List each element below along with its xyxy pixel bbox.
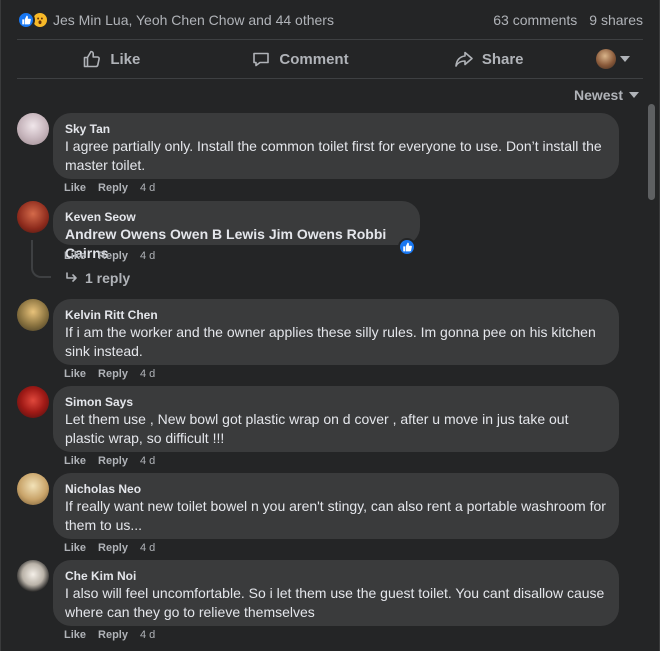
comment-bubble: Kelvin Ritt Chen If i am the worker and … <box>53 299 619 365</box>
like-reaction-icon[interactable] <box>398 238 416 256</box>
divider <box>17 78 643 79</box>
comment-timestamp[interactable]: 4 d <box>140 455 155 467</box>
comment-like-link[interactable]: Like <box>64 629 86 641</box>
comment-text: Let them use , New bowl got plastic wrap… <box>65 411 569 446</box>
comment-actions: Like Reply 4 d <box>64 542 155 554</box>
like-button-label: Like <box>110 50 141 68</box>
sort-dropdown[interactable]: Newest <box>574 87 639 103</box>
comment-timestamp[interactable]: 4 d <box>140 629 155 641</box>
replies-count: 1 reply <box>85 270 131 286</box>
comment-like-link[interactable]: Like <box>64 455 86 467</box>
comment-reply-link[interactable]: Reply <box>98 368 128 380</box>
comment-actions: Like Reply 4 d <box>64 250 155 262</box>
comment-author[interactable]: Simon Says <box>65 394 607 410</box>
comment-actions: Like Reply 4 d <box>64 629 155 641</box>
shares-count[interactable]: 9 shares <box>589 12 643 28</box>
share-button-label: Share <box>481 50 524 68</box>
reply-arrow-icon <box>66 272 77 282</box>
comment-like-link[interactable]: Like <box>64 368 86 380</box>
comment-reply-link[interactable]: Reply <box>98 542 128 554</box>
sort-label: Newest <box>573 87 623 103</box>
thumbs-up-icon <box>84 50 101 68</box>
comment-bubble: Simon Says Let them use , New bowl got p… <box>53 386 619 452</box>
chevron-down-icon <box>629 92 639 98</box>
avatar[interactable] <box>17 299 49 331</box>
comment-author[interactable]: Kelvin Ritt Chen <box>65 307 607 323</box>
comment-actions: Like Reply 4 d <box>64 368 155 380</box>
share-icon <box>455 51 473 67</box>
comment-reply-link[interactable]: Reply <box>98 629 128 641</box>
comment-reply-link[interactable]: Reply <box>98 455 128 467</box>
reactor-names[interactable]: Jes Min Lua, Yeoh Chen Chow and 44 other… <box>53 12 493 28</box>
avatar[interactable] <box>17 201 49 233</box>
reactions-summary[interactable]: Jes Min Lua, Yeoh Chen Chow and 44 other… <box>17 8 643 32</box>
share-button[interactable]: Share <box>394 42 583 76</box>
reaction-icons <box>17 11 49 29</box>
chevron-down-icon <box>620 56 631 62</box>
comment-bubble: Nicholas Neo If really want new toilet b… <box>53 473 619 539</box>
comment-bubble: Sky Tan I agree partially only. Install … <box>53 113 619 179</box>
reply-thread-line <box>31 240 51 278</box>
comment-bubble: Keven Seow Andrew Owens Owen B Lewis Jim… <box>53 201 420 261</box>
scrollbar-thumb[interactable] <box>648 104 655 200</box>
comment-timestamp[interactable]: 4 d <box>140 182 155 194</box>
comment-timestamp[interactable]: 4 d <box>140 250 155 262</box>
comment-text: If really want new toilet bowel n you ar… <box>65 498 606 533</box>
comment-like-link[interactable]: Like <box>64 182 86 194</box>
comment-bubble: Che Kim Noi I also will feel uncomfortab… <box>53 560 619 626</box>
view-replies-link[interactable]: 1 reply <box>65 270 130 286</box>
comment-reply-link[interactable]: Reply <box>98 250 128 262</box>
profile-switcher[interactable] <box>583 49 643 69</box>
avatar[interactable] <box>17 473 49 505</box>
avatar[interactable] <box>17 386 49 418</box>
comment-author[interactable]: Keven Seow <box>65 209 408 225</box>
comment-text: I also will feel uncomfortable. So i let… <box>65 585 605 620</box>
comment-like-link[interactable]: Like <box>64 250 86 262</box>
comment-timestamp[interactable]: 4 d <box>140 542 155 554</box>
comment-author[interactable]: Sky Tan <box>65 121 607 137</box>
comment-author[interactable]: Che Kim Noi <box>65 568 607 584</box>
comment-reply-link[interactable]: Reply <box>98 182 128 194</box>
comments-count[interactable]: 63 comments <box>493 12 577 28</box>
comments-panel: Jes Min Lua, Yeoh Chen Chow and 44 other… <box>0 0 660 651</box>
comment-text: I agree partially only. Install the comm… <box>65 138 602 173</box>
comment-actions: Like Reply 4 d <box>64 182 155 194</box>
avatar[interactable] <box>17 113 49 145</box>
comment-button-label: Comment <box>279 50 349 68</box>
action-row: Like Comment Share <box>17 40 643 78</box>
like-button[interactable]: Like <box>17 42 206 76</box>
comment-button[interactable]: Comment <box>206 42 395 76</box>
avatar <box>596 49 617 69</box>
comment-icon <box>253 52 270 67</box>
like-reaction-icon <box>17 11 35 29</box>
comment-timestamp[interactable]: 4 d <box>140 368 155 380</box>
comment-actions: Like Reply 4 d <box>64 455 155 467</box>
comment-like-link[interactable]: Like <box>64 542 86 554</box>
comment-author[interactable]: Nicholas Neo <box>65 481 607 497</box>
avatar[interactable] <box>17 560 49 592</box>
comment-text: If i am the worker and the owner applies… <box>65 324 596 359</box>
